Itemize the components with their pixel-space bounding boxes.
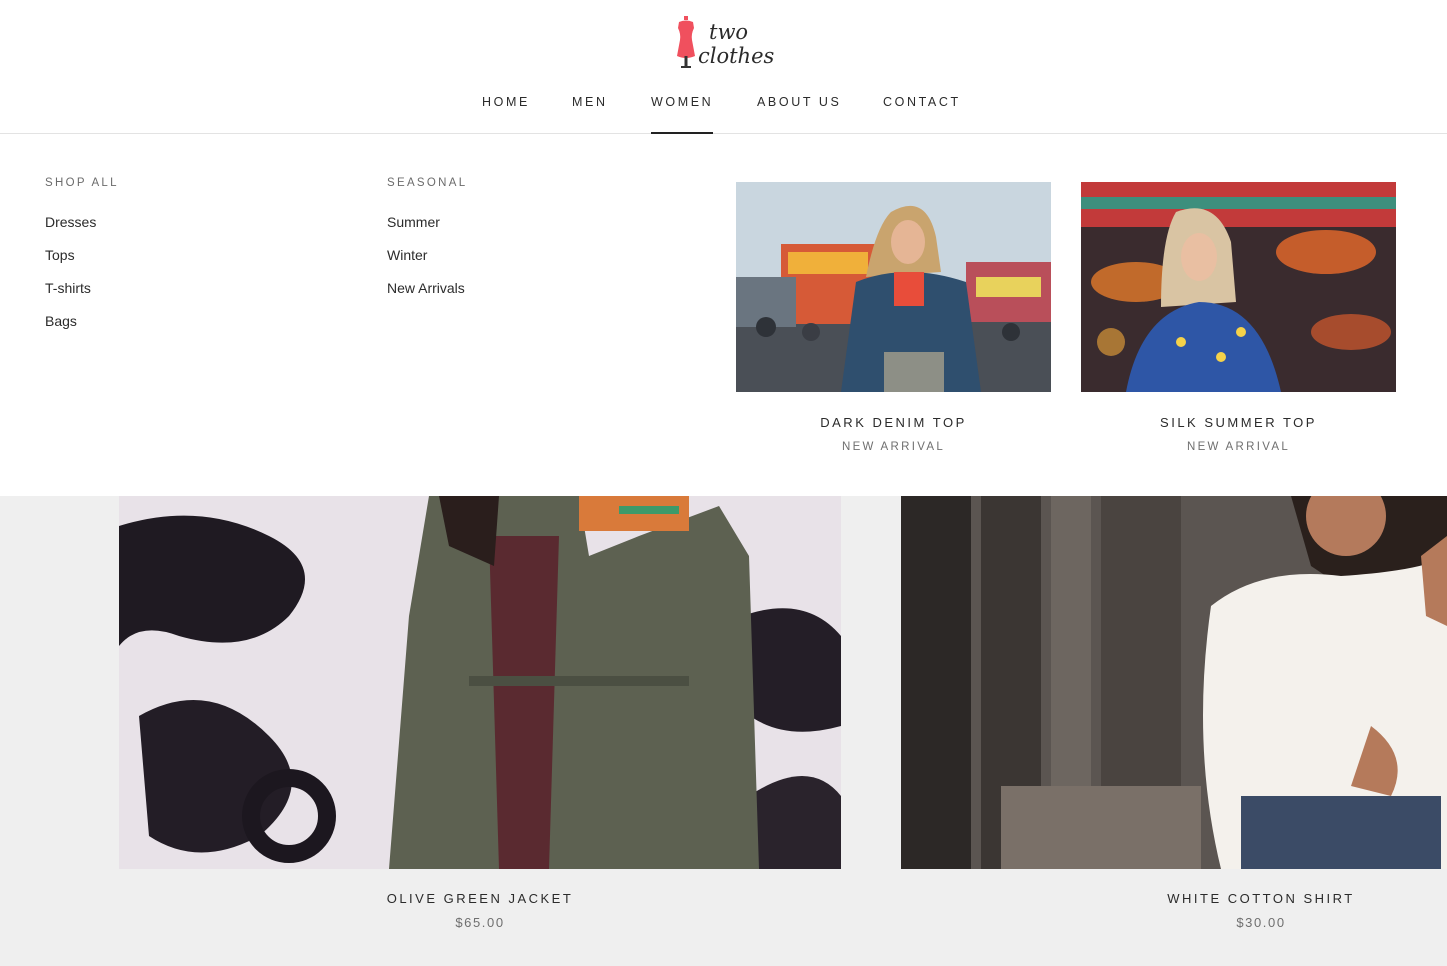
menu-link-dresses[interactable]: Dresses (45, 214, 96, 230)
menu-link-summer[interactable]: Summer (387, 214, 440, 230)
product-title-white-cotton-shirt[interactable]: WHITE COTTON SHIRT (901, 891, 1447, 906)
site-header: two clothes HOME MEN WOMEN ABOUT US CONT… (0, 0, 1447, 134)
product-image-olive-green-jacket[interactable] (119, 496, 841, 869)
menu-link-winter[interactable]: Winter (387, 247, 427, 263)
promo-title-silk-summer-top[interactable]: SILK SUMMER TOP (1081, 415, 1396, 430)
nav-contact[interactable]: CONTACT (883, 95, 961, 134)
product-price-olive-green-jacket: $65.00 (455, 915, 505, 930)
promo-image-dark-denim-top[interactable] (736, 182, 1051, 392)
menu-link-t-shirts[interactable]: T-shirts (45, 280, 91, 296)
menu-link-bags[interactable]: Bags (45, 313, 77, 329)
promo-subtitle-silk-summer-top: NEW ARRIVAL (1186, 441, 1291, 453)
nav-home[interactable]: HOME (482, 95, 530, 134)
nav-about-us[interactable]: ABOUT US (757, 95, 841, 134)
column-title-seasonal: SEASONAL (387, 177, 468, 189)
menu-link-tops[interactable]: Tops (45, 247, 75, 263)
promo-subtitle-dark-denim-top: NEW ARRIVAL (841, 441, 946, 453)
column-title-shop-all: SHOP ALL (45, 177, 119, 189)
product-title-olive-green-jacket[interactable]: OLIVE GREEN JACKET (119, 891, 841, 906)
brand-logo[interactable]: two clothes (672, 14, 782, 70)
menu-link-new-arrivals[interactable]: New Arrivals (387, 280, 465, 296)
product-price-white-cotton-shirt: $30.00 (1236, 915, 1286, 930)
product-image-white-cotton-shirt[interactable] (901, 496, 1447, 869)
brand-name-line1: two (709, 20, 749, 44)
promo-title-dark-denim-top[interactable]: DARK DENIM TOP (736, 415, 1051, 430)
brand-name-line2: clothes (698, 44, 775, 68)
women-mega-menu: SHOP ALL Dresses Tops T-shirts Bags SEAS… (0, 134, 1447, 496)
nav-men[interactable]: MEN (572, 95, 608, 134)
main-nav: HOME MEN WOMEN ABOUT US CONTACT (0, 95, 1447, 134)
promo-image-silk-summer-top[interactable] (1081, 182, 1396, 392)
nav-women[interactable]: WOMEN (651, 95, 714, 134)
